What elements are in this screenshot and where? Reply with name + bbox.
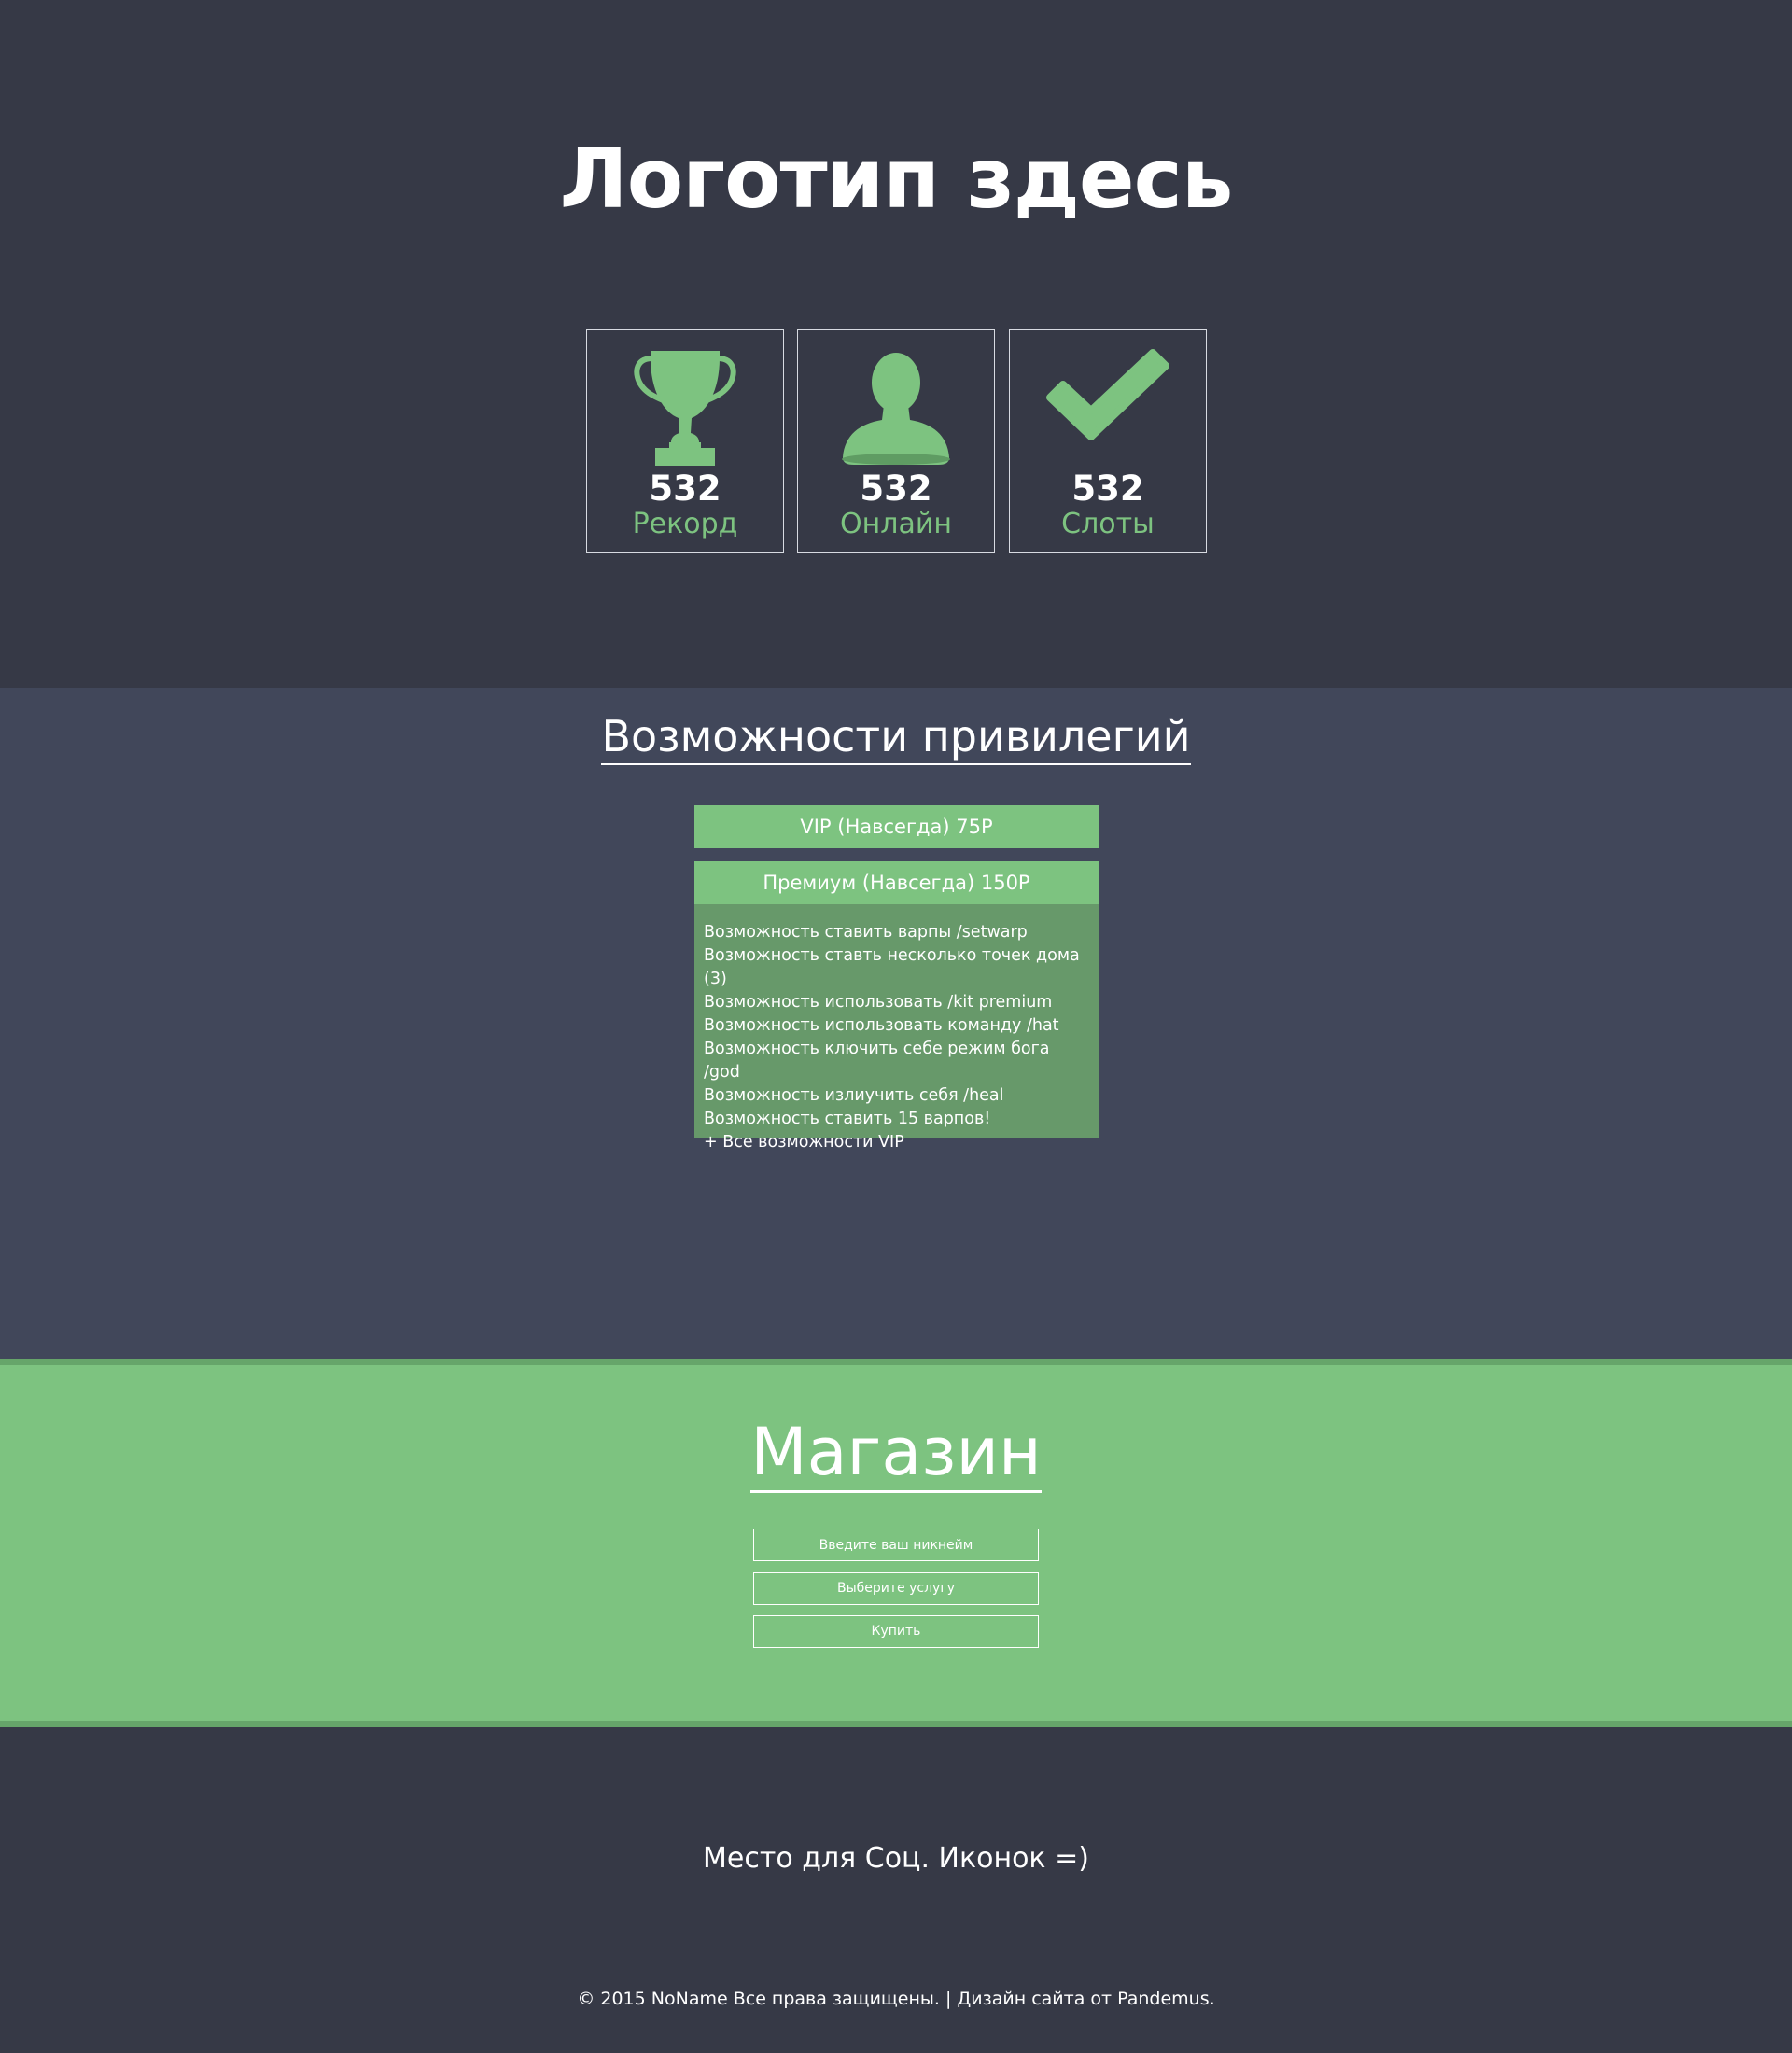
stat-online-label: Онлайн bbox=[840, 508, 952, 540]
checkmark-icon bbox=[1010, 349, 1206, 480]
logo[interactable]: Логотип здесь bbox=[0, 131, 1792, 227]
list-item: Возможность излиучить себя /heal bbox=[704, 1086, 1004, 1105]
privilege-vip[interactable]: VIP (Навсегда) 75Р bbox=[694, 805, 1099, 848]
list-item: + Все возможности VIP bbox=[704, 1133, 904, 1152]
shop-section: Магазин Выберите услугу Купить bbox=[0, 1359, 1792, 1727]
shop-title-text: Магазин bbox=[750, 1414, 1042, 1493]
premium-details: Возможность ставить варпы /setwarp Возмо… bbox=[694, 904, 1099, 1152]
shop-title: Магазин bbox=[0, 1414, 1792, 1493]
privilege-premium[interactable]: Премиум (Навсегда) 150Р bbox=[694, 861, 1099, 904]
stat-online: 532 Онлайн bbox=[797, 329, 995, 553]
stats-panel: 532 Рекорд 532 Онлайн 532 Слоты bbox=[586, 329, 1207, 553]
features-section: Возможности привилегий VIP (Навсегда) 75… bbox=[0, 688, 1792, 1359]
social-icons-placeholder: Место для Соц. Иконок =) bbox=[703, 1842, 1089, 1875]
stat-record-value: 532 bbox=[649, 468, 721, 509]
nickname-input[interactable] bbox=[753, 1529, 1039, 1561]
features-title: Возможности привилегий bbox=[0, 711, 1792, 765]
list-item: Возможность ставить 15 варпов! bbox=[704, 1110, 991, 1128]
list-item: Возможность ставить варпы /setwarp bbox=[704, 923, 1028, 942]
stat-record-label: Рекорд bbox=[632, 508, 738, 540]
header: Логотип здесь 532 Рекорд 532 Онлайн 532 … bbox=[0, 0, 1792, 688]
stat-record: 532 Рекорд bbox=[586, 329, 784, 553]
list-item: Возможность использовать /kit premium bbox=[704, 993, 1053, 1012]
buy-button[interactable]: Купить bbox=[753, 1615, 1039, 1648]
stat-online-value: 532 bbox=[860, 468, 932, 509]
trophy-icon bbox=[587, 349, 783, 480]
list-item: Возможность использовать команду /hat bbox=[704, 1016, 1059, 1035]
footer: Место для Соц. Иконок =) © 2015 NoName В… bbox=[0, 1727, 1792, 2053]
service-select[interactable]: Выберите услугу bbox=[753, 1572, 1039, 1605]
user-icon bbox=[798, 349, 994, 480]
list-item: Возможность ключить себе режим бога /god bbox=[704, 1040, 1050, 1082]
stat-slots-label: Слоты bbox=[1061, 508, 1155, 540]
features-title-text: Возможности привилегий bbox=[601, 711, 1191, 765]
list-item: Возможность ставть несколько точек дома … bbox=[704, 946, 1080, 988]
copyright: © 2015 NoName Все права защищены. | Диза… bbox=[577, 1989, 1215, 2009]
stat-slots-value: 532 bbox=[1071, 468, 1144, 509]
stat-slots: 532 Слоты bbox=[1009, 329, 1207, 553]
